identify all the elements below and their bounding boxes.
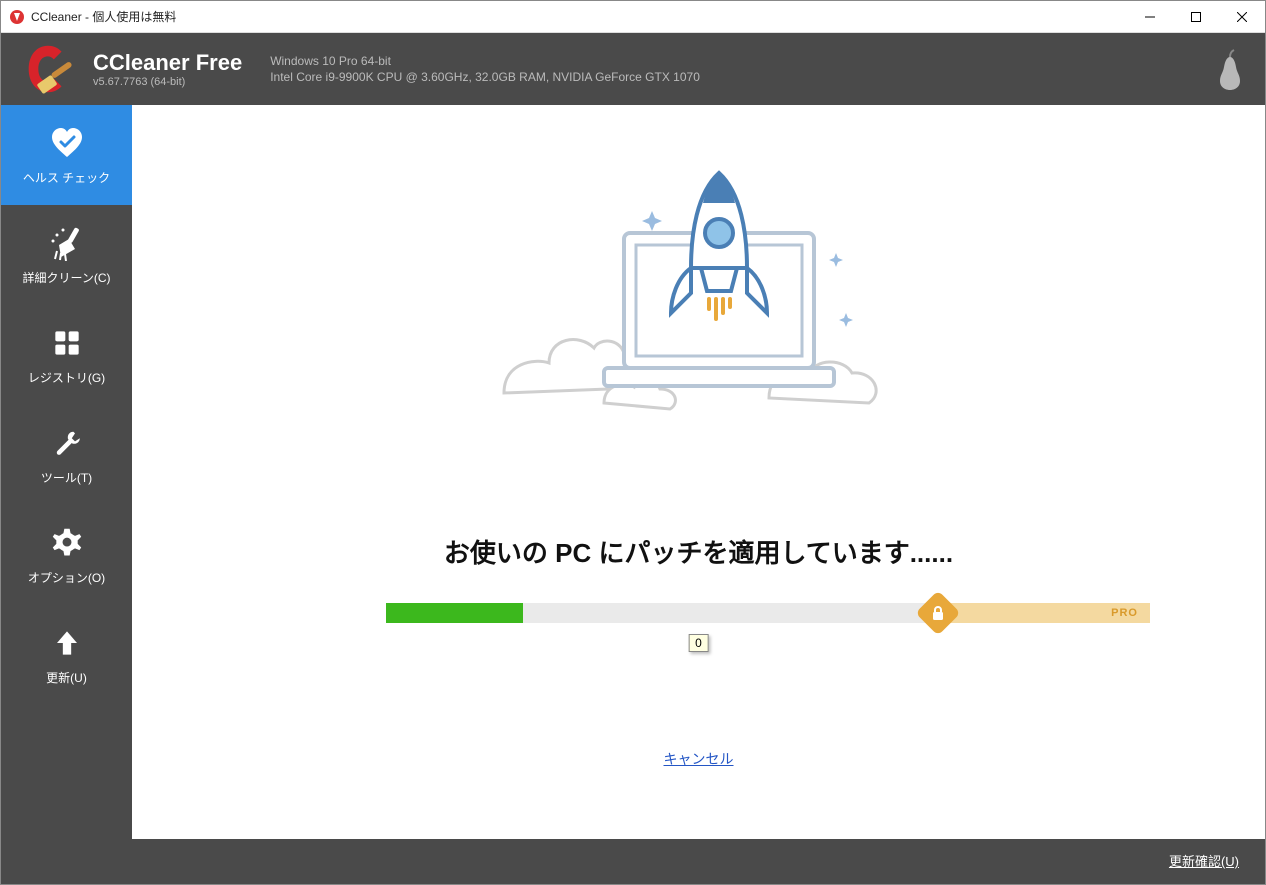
pro-label: PRO bbox=[1111, 607, 1138, 619]
rocket-illustration-icon bbox=[484, 163, 914, 413]
system-os: Windows 10 Pro 64-bit bbox=[270, 53, 700, 69]
wrench-icon bbox=[49, 425, 85, 461]
sidebar-item-label: ヘルス チェック bbox=[23, 169, 110, 186]
cancel-link[interactable]: キャンセル bbox=[664, 749, 734, 769]
status-heading: お使いの PC にパッチを適用しています...... bbox=[132, 533, 1265, 570]
system-hardware: Intel Core i9-9900K CPU @ 3.60GHz, 32.0G… bbox=[270, 69, 700, 85]
minimize-button[interactable] bbox=[1127, 1, 1173, 32]
pear-icon[interactable] bbox=[1213, 47, 1247, 91]
sidebar-item-label: ツール(T) bbox=[41, 469, 92, 486]
progress-tooltip: 0 bbox=[688, 634, 709, 652]
system-info: Windows 10 Pro 64-bit Intel Core i9-9900… bbox=[270, 53, 700, 85]
sidebar-item-update[interactable]: 更新(U) bbox=[1, 605, 132, 705]
arrow-up-icon bbox=[49, 625, 85, 661]
window-title: CCleaner - 個人使用は無料 bbox=[31, 8, 1127, 25]
sidebar-item-registry[interactable]: レジストリ(G) bbox=[1, 305, 132, 405]
progress-fill bbox=[386, 603, 523, 623]
ccleaner-logo-icon bbox=[19, 40, 77, 98]
check-updates-link[interactable]: 更新確認(U) bbox=[1169, 851, 1239, 870]
progress-pro-segment[interactable]: PRO bbox=[937, 603, 1150, 623]
sidebar-item-custom-clean[interactable]: 詳細クリーン(C) bbox=[1, 205, 132, 305]
gear-icon bbox=[49, 525, 85, 561]
maximize-button[interactable] bbox=[1173, 1, 1219, 32]
footer-bar bbox=[132, 839, 1265, 884]
close-button[interactable] bbox=[1219, 1, 1265, 32]
main-content: お使いの PC にパッチを適用しています...... PRO 0 キャンセル 更… bbox=[132, 105, 1265, 884]
lock-icon bbox=[916, 590, 961, 635]
progress-bar: PRO bbox=[386, 603, 1145, 623]
sidebar-item-label: レジストリ(G) bbox=[28, 369, 105, 386]
sidebar-item-health-check[interactable]: ヘルス チェック bbox=[1, 105, 132, 205]
sidebar-item-options[interactable]: オプション(O) bbox=[1, 505, 132, 605]
brush-icon bbox=[49, 225, 85, 261]
sidebar-item-label: オプション(O) bbox=[28, 569, 105, 586]
app-icon bbox=[9, 9, 25, 25]
product-version: v5.67.7763 (64-bit) bbox=[93, 76, 242, 88]
product-name: CCleaner Free bbox=[93, 50, 242, 76]
window-titlebar: CCleaner - 個人使用は無料 bbox=[1, 1, 1265, 33]
grid-icon bbox=[49, 325, 85, 361]
sidebar-item-label: 更新(U) bbox=[46, 669, 87, 686]
sidebar-item-label: 詳細クリーン(C) bbox=[22, 269, 110, 286]
sidebar-item-tools[interactable]: ツール(T) bbox=[1, 405, 132, 505]
app-header: CCleaner Free v5.67.7763 (64-bit) Window… bbox=[1, 33, 1265, 105]
heart-check-icon bbox=[49, 125, 85, 161]
sidebar: ヘルス チェック 詳細クリーン(C) レジストリ(G) ツール(T) オプション… bbox=[1, 105, 132, 884]
